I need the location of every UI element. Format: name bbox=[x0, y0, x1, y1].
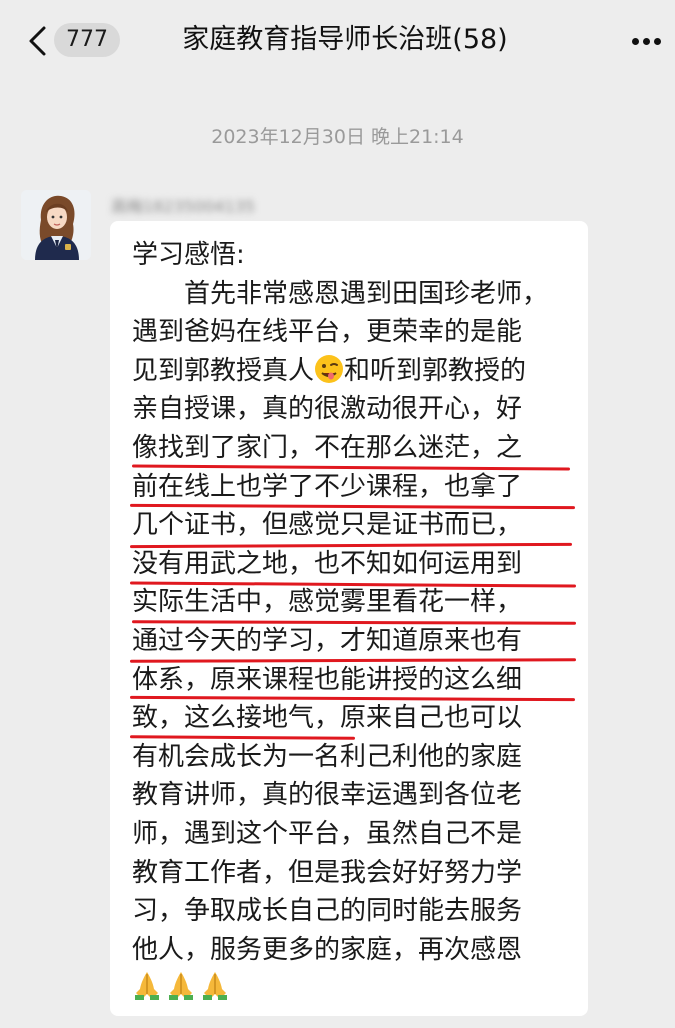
message-line: 几个证书，但感觉只是证书而已， bbox=[132, 510, 523, 541]
message-line: 学习感悟: bbox=[132, 240, 245, 270]
message-line: 习，争取成长自己的同时能去服务 bbox=[132, 896, 523, 927]
message-line: 遇到爸妈在线平台，更荣幸的是能 bbox=[132, 317, 523, 348]
message-line-part: 和听到郭教授的 bbox=[344, 355, 527, 386]
message-line: 前在线上也学了不少课程，也拿了 bbox=[132, 471, 523, 502]
message-line: 有机会成长为一名利己利他的家庭 bbox=[132, 741, 523, 772]
police-officer-avatar-icon bbox=[21, 190, 91, 260]
message-line: 致，这么接地气，原来自己也可以 bbox=[132, 703, 523, 734]
avatar[interactable] bbox=[21, 190, 91, 260]
message-line: 教育讲师，真的很幸运遇到各位老 bbox=[132, 780, 523, 811]
message-line: 师，遇到这个平台，虽然自己不是 bbox=[132, 818, 523, 849]
unread-count-badge[interactable]: 777 bbox=[54, 23, 120, 57]
praying-hands-icon bbox=[203, 972, 227, 1001]
message-line: 亲自授课，真的很激动很开心，好 bbox=[132, 394, 523, 425]
message-line: 通过今天的学习，才知道原来也有 bbox=[132, 625, 523, 656]
top-bar: 777 家庭教育指导师长治班(58) bbox=[0, 0, 675, 82]
message-line: 首先非常感恩遇到田国珍老师， bbox=[132, 278, 549, 309]
message-line: 教育工作者，但是我会好好努力学 bbox=[132, 857, 523, 888]
message-line-part: 见到郭教授真人 bbox=[132, 355, 315, 386]
message-timestamp: 2023年12月30日 晚上21:14 bbox=[211, 126, 464, 148]
message-line: 他人，服务更多的家庭，再次感恩 bbox=[132, 934, 523, 965]
back-chevron-icon[interactable] bbox=[22, 24, 56, 58]
message-line: 实际生活中，感觉雾里看花一样， bbox=[132, 587, 523, 618]
message-line: 没有用武之地，也不知如何运用到 bbox=[132, 548, 523, 579]
message-line: 体系，原来课程也能讲授的这么细 bbox=[132, 664, 523, 695]
message-line-with-emoji: 见到郭教授真人 和听到郭教授的 bbox=[132, 352, 580, 391]
emoji-row bbox=[132, 969, 580, 1009]
sender-name: 高梅18235004135 bbox=[111, 197, 255, 216]
praying-hands-icon bbox=[169, 972, 193, 1001]
chat-title: 家庭教育指导师长治班(58) bbox=[182, 24, 508, 55]
more-options-icon[interactable] bbox=[626, 38, 666, 46]
message-line: 像找到了家门，不在那么迷茫，之 bbox=[132, 432, 523, 463]
praying-hands-icon bbox=[135, 972, 159, 1001]
winking-face-tongue-icon bbox=[315, 354, 344, 383]
